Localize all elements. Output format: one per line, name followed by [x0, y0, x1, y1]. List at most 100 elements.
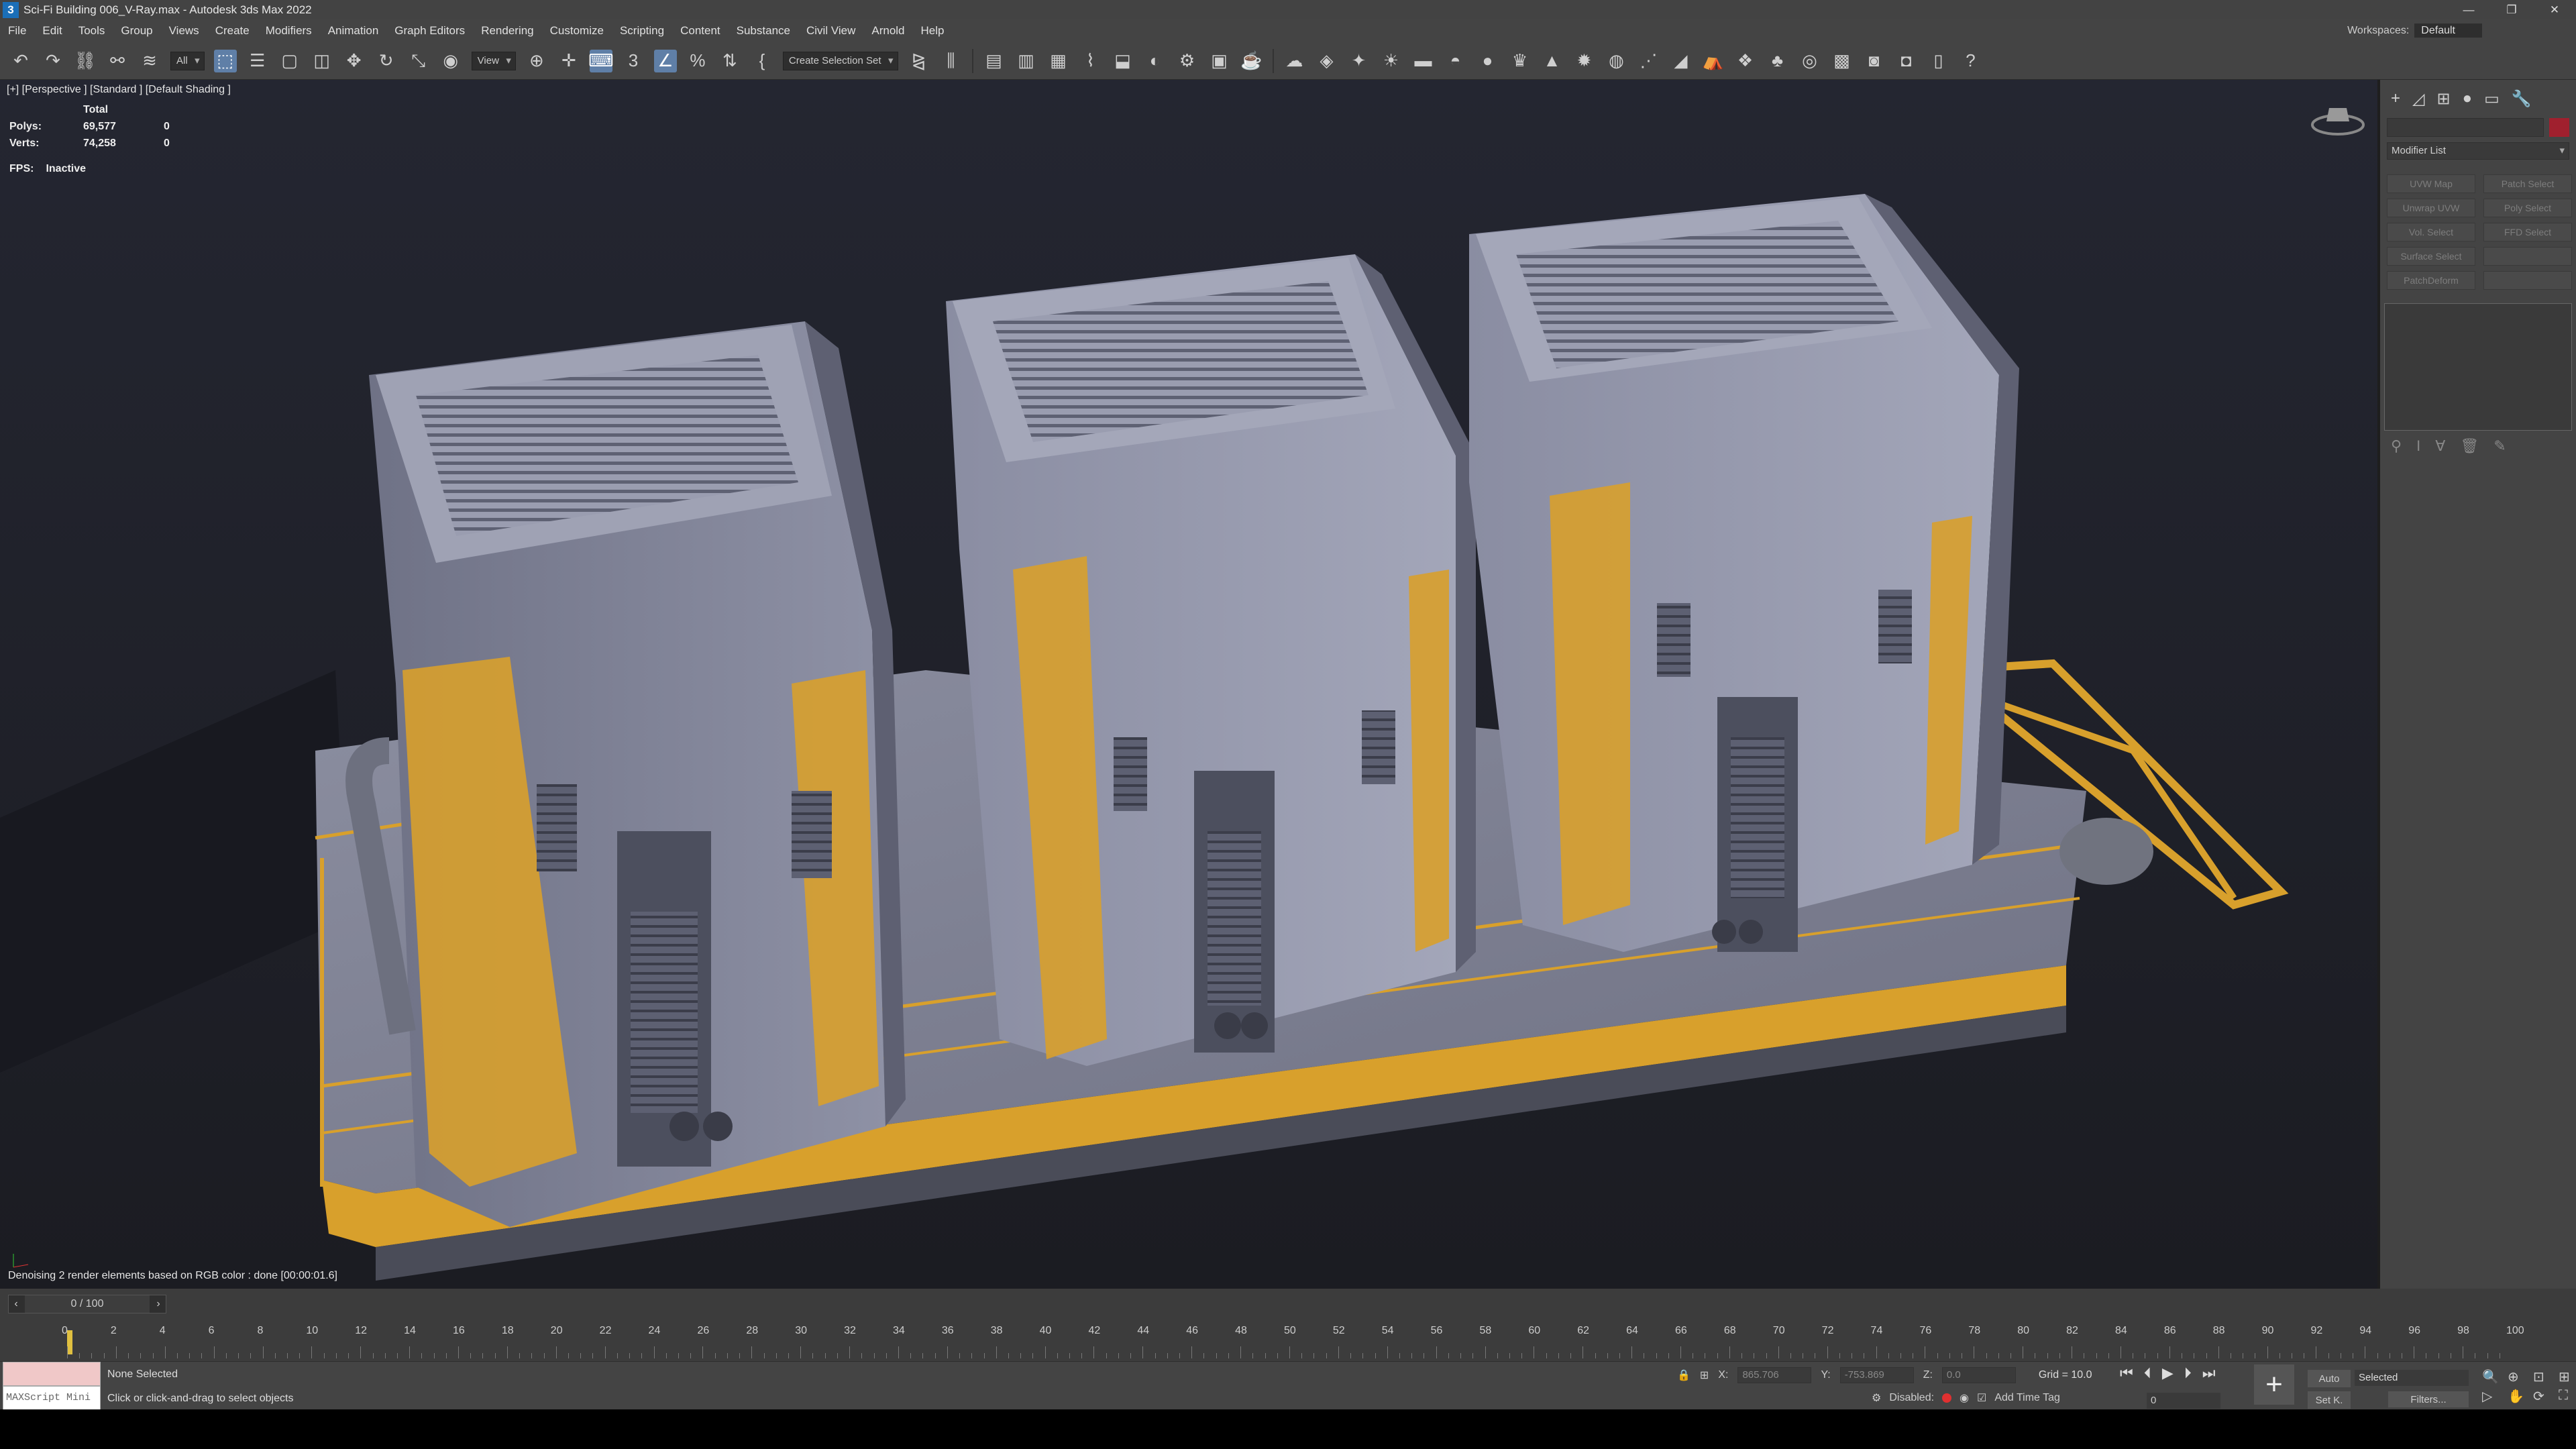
modifier-surface-select[interactable]: Surface Select	[2387, 247, 2475, 266]
key-filters-button[interactable]: Filters...	[2388, 1391, 2469, 1407]
set-key-icon[interactable]: +	[2254, 1364, 2294, 1405]
make-unique-icon[interactable]: ∀	[2435, 437, 2445, 455]
vray-dome-icon[interactable]: ◓	[1444, 50, 1467, 72]
undo-icon[interactable]: ↶	[9, 50, 32, 72]
zoom-all-icon[interactable]: ⊕	[2508, 1368, 2530, 1385]
menu-graph-editors[interactable]: Graph Editors	[386, 19, 473, 42]
configure-modifier-sets-icon[interactable]: ✎	[2493, 437, 2506, 455]
vray-toolbar-icon[interactable]: ◘	[1895, 50, 1918, 72]
z-field[interactable]: 0.0	[1941, 1367, 2016, 1383]
vray-material-icon[interactable]: ◎	[1799, 50, 1821, 72]
render-setup-icon[interactable]: ⚙	[1176, 50, 1199, 72]
pivot-icon[interactable]: ⊕	[525, 50, 548, 72]
maxscript-listener[interactable]: MAXScript Mini	[3, 1362, 101, 1410]
menu-tools[interactable]: Tools	[70, 19, 113, 42]
selection-filter-dropdown[interactable]: All	[170, 51, 205, 70]
viewcube-icon[interactable]	[2308, 95, 2368, 145]
menu-customize[interactable]: Customize	[542, 19, 612, 42]
y-field[interactable]: -753.869	[1839, 1367, 1914, 1383]
pin-stack-icon[interactable]: ⚲	[2391, 437, 2402, 455]
utilities-tab-icon[interactable]: 🔧	[2512, 89, 2532, 109]
vray-ambient-icon[interactable]: ◍	[1605, 50, 1628, 72]
asset-browser-icon[interactable]: ▯	[1927, 50, 1950, 72]
hierarchy-tab-icon[interactable]: ⊞	[2436, 89, 2450, 109]
menu-civil-view[interactable]: Civil View	[798, 19, 863, 42]
motion-tab-icon[interactable]: ●	[2463, 89, 2473, 109]
menu-edit[interactable]: Edit	[34, 19, 70, 42]
orbit-icon[interactable]: ⟳	[2533, 1388, 2556, 1405]
modifier-uvw-map[interactable]: UVW Map	[2387, 174, 2475, 193]
restore-button[interactable]: ❐	[2490, 0, 2533, 19]
vray-lights-icon[interactable]: ✦	[1348, 50, 1371, 72]
set-key-button[interactable]: Set K.	[2308, 1391, 2351, 1409]
edit-named-selection-icon[interactable]: {	[751, 50, 773, 72]
go-to-end-icon[interactable]: ⏭	[2202, 1364, 2216, 1382]
select-object-icon[interactable]: ⬚	[213, 49, 237, 72]
play-icon[interactable]: ▶	[2162, 1364, 2174, 1382]
go-to-start-icon[interactable]: ⏮	[2120, 1364, 2133, 1382]
field-of-view-icon[interactable]: ▷	[2482, 1388, 2505, 1405]
keyboard-shortcut-toggle-icon[interactable]: ⌨	[588, 49, 614, 72]
workspace-value[interactable]: Default	[2414, 23, 2482, 38]
show-end-result-icon[interactable]: Ι	[2416, 437, 2420, 455]
x-field[interactable]: 865.706	[1737, 1367, 1812, 1383]
vray-ies-icon[interactable]: ▲	[1541, 50, 1564, 72]
modifier-list-dropdown[interactable]: Modifier List	[2387, 142, 2569, 160]
modifier-stack[interactable]	[2384, 303, 2572, 431]
time-tag-icon[interactable]: ☑	[1977, 1391, 1986, 1405]
ribbon-icon[interactable]: ▦	[1047, 50, 1070, 72]
menu-modifiers[interactable]: Modifiers	[258, 19, 320, 42]
scale-icon[interactable]: ⤡	[407, 50, 430, 72]
next-key-icon[interactable]: ⏵	[2184, 1364, 2192, 1382]
vray-sphere-icon[interactable]: ●	[1477, 50, 1499, 72]
auto-key-button[interactable]: Auto	[2308, 1370, 2351, 1387]
place-icon[interactable]: ◉	[439, 50, 462, 72]
menu-group[interactable]: Group	[113, 19, 160, 42]
render-frame-window-icon[interactable]: ▣	[1208, 50, 1231, 72]
modifier-patchdeform[interactable]: PatchDeform	[2387, 271, 2475, 290]
vray-mesh-icon[interactable]: ♛	[1509, 50, 1532, 72]
region-select-icon[interactable]: ▢	[278, 50, 301, 72]
snaps-toggle-icon[interactable]: 3	[622, 50, 645, 72]
help-icon[interactable]: ?	[1960, 50, 1982, 72]
redo-icon[interactable]: ↷	[42, 50, 64, 72]
maxscript-output[interactable]	[3, 1362, 101, 1386]
modifier-unwrap-uvw[interactable]: Unwrap UVW	[2387, 199, 2475, 217]
menu-arnold[interactable]: Arnold	[863, 19, 912, 42]
workspace-selector[interactable]: Workspaces: Default	[2347, 19, 2482, 42]
curve-editor-icon[interactable]: ⌇	[1079, 50, 1102, 72]
remove-modifier-icon[interactable]: 🗑	[2460, 437, 2479, 455]
modify-tab-icon[interactable]: ◿	[2412, 89, 2424, 109]
modifier-poly-select[interactable]: Poly Select	[2483, 199, 2572, 217]
disabled-indicator-icon[interactable]	[1942, 1393, 1952, 1403]
create-tab-icon[interactable]: +	[2391, 89, 2400, 109]
menu-rendering[interactable]: Rendering	[473, 19, 541, 42]
scene-explorer-icon[interactable]: ▤	[983, 50, 1006, 72]
vray-decal-icon[interactable]: ❖	[1734, 50, 1757, 72]
object-name-field[interactable]	[2387, 118, 2544, 137]
menu-create[interactable]: Create	[207, 19, 258, 42]
modifier-empty-2[interactable]	[2483, 271, 2572, 290]
vray-vision-icon[interactable]: ◙	[1863, 50, 1886, 72]
selection-set-dropdown[interactable]: Create Selection Set	[782, 51, 898, 70]
menu-help[interactable]: Help	[913, 19, 953, 42]
maxscript-input[interactable]: MAXScript Mini	[3, 1386, 101, 1410]
isolate-icon[interactable]: ◉	[1960, 1391, 1969, 1405]
prev-frame-icon[interactable]: ‹	[9, 1298, 23, 1310]
modifier-ffd-select[interactable]: FFD Select	[2483, 223, 2572, 241]
lock-selection-icon[interactable]: 🔒	[1677, 1368, 1690, 1382]
zoom-icon[interactable]: 🔍	[2482, 1368, 2505, 1385]
next-frame-icon[interactable]: ›	[151, 1298, 166, 1310]
menu-file[interactable]: File	[0, 19, 34, 42]
vray-proxy-icon[interactable]: ⛺	[1702, 50, 1725, 72]
select-by-name-icon[interactable]: ☰	[246, 50, 269, 72]
close-button[interactable]: ✕	[2533, 0, 2576, 19]
vray-displacement-icon[interactable]: ◢	[1670, 50, 1693, 72]
reference-coordinate-dropdown[interactable]: View	[471, 51, 516, 70]
layer-explorer-icon[interactable]: ▥	[1015, 50, 1038, 72]
mirror-icon[interactable]: ⧎	[908, 50, 930, 72]
bind-space-warp-icon[interactable]: ≋	[138, 50, 161, 72]
vray-sun-icon[interactable]: ✹	[1573, 50, 1596, 72]
modifier-empty-1[interactable]	[2483, 247, 2572, 266]
pan-icon[interactable]: ✋	[2508, 1388, 2530, 1405]
